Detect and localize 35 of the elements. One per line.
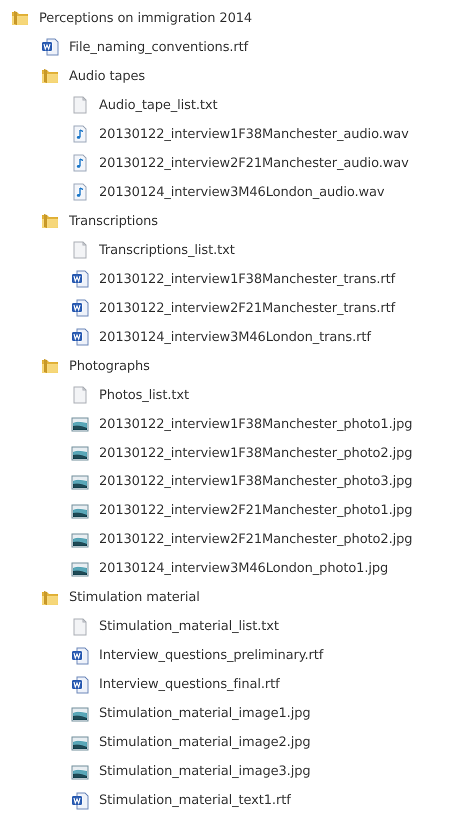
word-document-icon <box>70 298 90 318</box>
file-name[interactable]: 20130122_interview2F21Manchester_audio.wav <box>99 156 409 171</box>
file-name[interactable]: Stimulation_material_list.txt <box>99 619 279 634</box>
file-name[interactable]: 20130122_interview2F21Manchester_photo2.jpg <box>99 532 412 548</box>
file-name[interactable]: Stimulation_material_text1.rtf <box>99 793 291 808</box>
file-name[interactable]: Audio_tape_list.txt <box>99 98 218 113</box>
file-name[interactable]: 20130122_interview1F38Manchester_photo1.jpg <box>99 416 412 432</box>
file-name[interactable]: 20130122_interview1F38Manchester_trans.rtf <box>99 272 396 287</box>
file-name[interactable]: 20130124_interview3M46London_trans.rtf <box>99 330 371 345</box>
file-name[interactable]: File_naming_conventions.rtf <box>69 40 248 55</box>
folder-name[interactable]: Stimulation material <box>69 590 200 606</box>
folder-name[interactable]: Audio tapes <box>69 68 146 84</box>
file-name[interactable]: Stimulation_material_image3.jpg <box>99 764 311 780</box>
file-name[interactable]: 20130122_interview1F38Manchester_audio.wav <box>99 126 409 142</box>
word-document-icon <box>70 646 90 666</box>
file-name[interactable]: Stimulation_material_image2.jpg <box>99 735 311 750</box>
file-name[interactable]: Interview_questions_final.rtf <box>99 677 280 692</box>
file-name[interactable]: Photos_list.txt <box>99 388 189 403</box>
file-name[interactable]: Stimulation_material_image1.jpg <box>99 706 311 722</box>
file-name[interactable]: Interview_questions_preliminary.rtf <box>99 648 324 664</box>
folder-name[interactable]: Photographs <box>69 358 150 374</box>
file-name[interactable]: 20130122_interview1F38Manchester_photo3.jpg <box>99 474 412 490</box>
file-name[interactable]: 20130122_interview1F38Manchester_photo2.jpg <box>99 446 412 461</box>
file-name[interactable]: 20130122_interview2F21Manchester_photo1.jpg <box>99 503 412 518</box>
file-name[interactable]: 20130122_interview2F21Manchester_trans.rtf <box>99 300 396 316</box>
file-name[interactable]: 20130124_interview3M46London_audio.wav <box>99 184 384 200</box>
folder-name[interactable]: Transcriptions <box>69 214 158 229</box>
word-document-icon <box>40 37 60 58</box>
word-document-icon <box>70 790 90 811</box>
word-document-icon <box>70 327 90 348</box>
file-name[interactable]: 20130124_interview3M46London_photo1.jpg <box>99 561 388 576</box>
word-document-icon <box>70 674 90 695</box>
file-name[interactable]: Transcriptions_list.txt <box>99 242 235 258</box>
folder-name[interactable]: Perceptions on immigration 2014 <box>39 10 252 26</box>
word-document-icon <box>70 269 90 290</box>
